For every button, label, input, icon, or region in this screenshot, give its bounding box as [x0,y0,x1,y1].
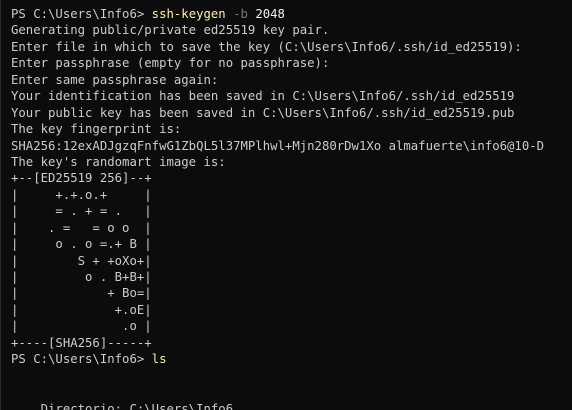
randomart-line: | o . o =.+ B | [11,237,152,252]
randomart-line: | o . B+B+| [11,270,152,284]
output-line: Enter passphrase (empty for no passphras… [11,56,330,71]
prompt: PS C:\Users\Info6> [11,7,152,21]
command-line-ls: PS C:\Users\Info6> ls [11,351,572,367]
command-name: ssh-keygen [151,7,226,21]
randomart-line: +--[ED25519 256]--+ [11,171,152,186]
command-name: ls [151,352,167,367]
randomart-line: +----[SHA256]-----+ [11,335,152,350]
randomart-line: | +.+.o.+ | [11,187,152,202]
output-line: Generating public/private ed25519 key pa… [11,23,330,38]
fingerprint-line: SHA256:12exADJgzqFnfwG1ZbQL5l37MPlhwl+Mj… [11,138,545,153]
output-line: Your public key has been saved in C:\Use… [11,105,515,120]
output-line: The key's randomart image is: [11,154,226,169]
randomart-line: | .o | [11,319,152,334]
randomart-line: | S + +oXo+| [11,253,152,268]
randomart-line: | . = = o o | [11,220,152,235]
randomart-line: | = . + = . | [11,204,152,219]
randomart-line: | +.oE| [11,302,152,317]
output-line: Your identification has been saved in C:… [11,89,515,104]
command-flag: -b [233,7,248,21]
output-line: Enter file in which to save the key (C:\… [11,39,522,54]
prompt: PS C:\Users\Info6> [11,352,152,367]
terminal-window[interactable]: PS C:\Users\Info6> ssh-keygen -b 2048 Ge… [0,0,572,410]
command-line-keygen: PS C:\Users\Info6> ssh-keygen -b 2048 [11,6,572,22]
randomart-line: | + Bo=| [11,286,152,301]
command-argument: 2048 [255,7,285,21]
output-line: The key fingerprint is: [11,122,182,137]
output-line: Enter same passphrase again: [11,72,219,87]
directory-line: Directorio: C:\Users\Info6 [11,401,234,410]
